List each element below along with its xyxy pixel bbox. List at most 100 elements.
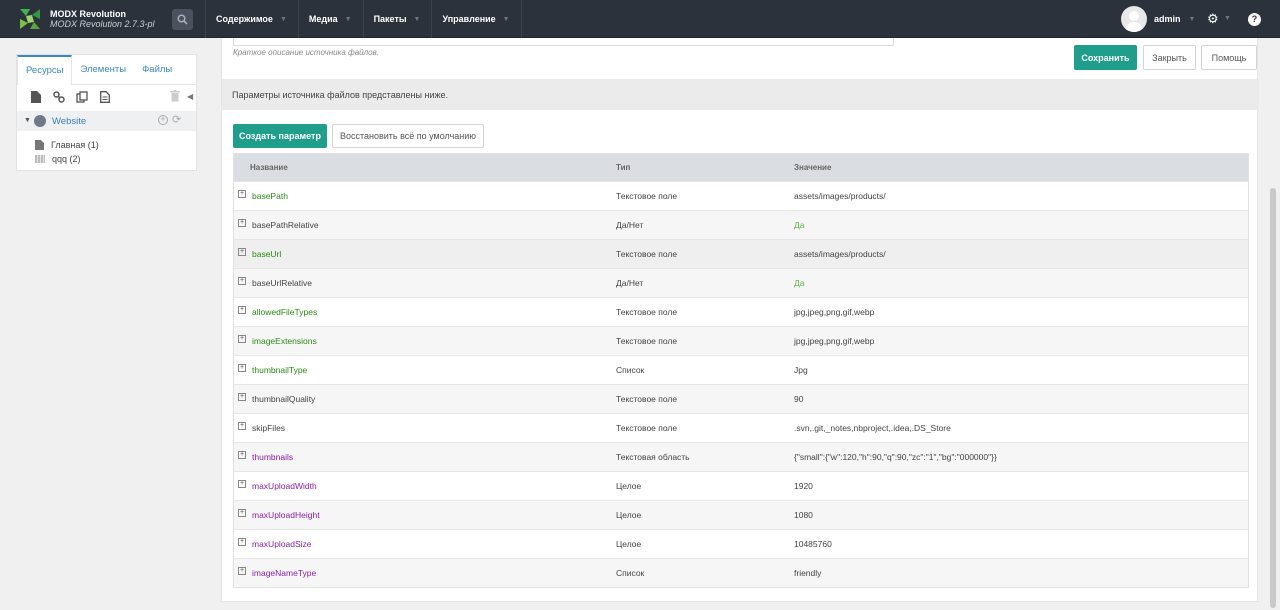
expand-row-icon[interactable]: +: [238, 248, 246, 256]
table-row[interactable]: + skipFiles Текстовое поле .svn,.git,_notes…: [234, 413, 1248, 442]
refresh-icon[interactable]: ⟳: [172, 113, 181, 126]
help-icon[interactable]: ?: [1248, 13, 1261, 26]
symlink-icon[interactable]: [75, 90, 88, 103]
table-row[interactable]: + baseUrlRelative Да/Нет Да: [234, 268, 1248, 297]
column-header-name[interactable]: Название: [234, 163, 614, 172]
cell-value[interactable]: jpg,jpeg,png,gif,webp: [792, 336, 1248, 346]
user-menu[interactable]: admin ▼: [1121, 6, 1195, 32]
new-document-icon[interactable]: [29, 90, 42, 103]
cell-value[interactable]: 10485760: [792, 539, 1248, 549]
modx-logo-icon[interactable]: [18, 7, 42, 31]
tab-resources[interactable]: Ресурсы: [17, 55, 73, 85]
table-row[interactable]: + thumbnails Текстовая область {"small":{"w…: [234, 442, 1248, 471]
cell-value[interactable]: .svn,.git,_notes,nbproject,.idea,.DS_Sto…: [792, 423, 1248, 433]
close-button[interactable]: Закрыть: [1143, 45, 1196, 70]
cell-value[interactable]: 1080: [792, 510, 1248, 520]
menu-media[interactable]: Медиа ▼: [299, 0, 364, 38]
expand-row-icon[interactable]: +: [238, 567, 246, 575]
save-button[interactable]: Сохранить: [1074, 45, 1137, 70]
link-icon[interactable]: [52, 90, 65, 103]
table-row[interactable]: + imageNameType Список friendly: [234, 558, 1248, 587]
param-name[interactable]: thumbnailType: [252, 365, 307, 375]
add-icon[interactable]: +: [158, 115, 168, 125]
create-param-button[interactable]: Создать параметр: [233, 124, 327, 148]
expand-row-icon[interactable]: +: [238, 480, 246, 488]
collapse-sidebar-icon[interactable]: ◀: [187, 92, 193, 101]
cell-value[interactable]: Jpg: [792, 365, 1248, 375]
cell-type[interactable]: Список: [614, 365, 792, 375]
cell-type[interactable]: Да/Нет: [614, 278, 792, 288]
tree-item-home[interactable]: Главная (1): [35, 138, 99, 152]
cell-value[interactable]: {"small":{"w":120,"h":90,"q":90,"zc":"1"…: [792, 452, 1248, 462]
cell-type[interactable]: Целое: [614, 510, 792, 520]
expand-row-icon[interactable]: +: [238, 422, 246, 430]
table-row[interactable]: + imageExtensions Текстовое поле jpg,jpeg,p…: [234, 326, 1248, 355]
cell-type[interactable]: Текстовая область: [614, 452, 792, 462]
context-row-website[interactable]: ▼ Website + ⟳: [17, 111, 196, 131]
param-name[interactable]: imageExtensions: [252, 336, 317, 346]
cell-type[interactable]: Список: [614, 568, 792, 578]
expand-row-icon[interactable]: +: [238, 219, 246, 227]
search-button[interactable]: [172, 9, 193, 30]
menu-manage[interactable]: Управление ▼: [432, 0, 522, 38]
table-row[interactable]: + maxUploadHeight Целое 1080: [234, 500, 1248, 529]
cell-type[interactable]: Целое: [614, 539, 792, 549]
param-name[interactable]: skipFiles: [252, 423, 285, 433]
brand[interactable]: MODX Revolution MODX Revolution 2.7.3-pl: [50, 9, 155, 29]
cell-value[interactable]: friendly: [792, 568, 1248, 578]
table-row[interactable]: + thumbnailType Список Jpg: [234, 355, 1248, 384]
menu-content[interactable]: Содержимое ▼: [206, 0, 299, 38]
cell-type[interactable]: Текстовое поле: [614, 249, 792, 259]
cell-type[interactable]: Текстовое поле: [614, 336, 792, 346]
param-name[interactable]: basePathRelative: [252, 220, 319, 230]
expand-row-icon[interactable]: +: [238, 277, 246, 285]
table-row[interactable]: + basePath Текстовое поле assets/images/pro…: [234, 181, 1248, 210]
column-header-value[interactable]: Значение: [792, 163, 1248, 172]
help-button[interactable]: Помощь: [1201, 45, 1257, 70]
cell-type[interactable]: Текстовое поле: [614, 423, 792, 433]
cell-type[interactable]: Текстовое поле: [614, 307, 792, 317]
param-name[interactable]: imageNameType: [252, 568, 316, 578]
table-row[interactable]: + maxUploadSize Целое 10485760: [234, 529, 1248, 558]
param-name[interactable]: basePath: [252, 191, 288, 201]
param-name[interactable]: baseUrl: [252, 249, 281, 259]
expand-row-icon[interactable]: +: [238, 190, 246, 198]
cell-value[interactable]: 90: [792, 394, 1248, 404]
expand-row-icon[interactable]: +: [238, 364, 246, 372]
gear-icon[interactable]: ⚙: [1207, 12, 1219, 25]
tab-elements[interactable]: Элементы: [72, 55, 134, 84]
expand-row-icon[interactable]: +: [238, 509, 246, 517]
page-scrollbar[interactable]: [1270, 188, 1276, 608]
table-row[interactable]: + maxUploadWidth Целое 1920: [234, 471, 1248, 500]
param-name[interactable]: maxUploadHeight: [252, 510, 320, 520]
restore-defaults-button[interactable]: Восстановить всё по умолчанию: [332, 124, 484, 148]
cell-value[interactable]: assets/images/products/: [792, 249, 1248, 259]
caret-down-icon[interactable]: ▼: [24, 117, 31, 124]
expand-row-icon[interactable]: +: [238, 335, 246, 343]
cell-type[interactable]: Целое: [614, 481, 792, 491]
description-field[interactable]: [233, 38, 894, 46]
cell-type[interactable]: Текстовое поле: [614, 394, 792, 404]
cell-value[interactable]: assets/images/products/: [792, 191, 1248, 201]
tab-files[interactable]: Файлы: [134, 55, 180, 84]
table-row[interactable]: + basePathRelative Да/Нет Да: [234, 210, 1248, 239]
param-name[interactable]: allowedFileTypes: [252, 307, 317, 317]
param-name[interactable]: thumbnailQuality: [252, 394, 315, 404]
tree-item-qqq[interactable]: qqq (2): [35, 152, 81, 166]
param-name[interactable]: baseUrlRelative: [252, 278, 312, 288]
cell-value[interactable]: jpg,jpeg,png,gif,webp: [792, 307, 1248, 317]
column-header-type[interactable]: Тип: [614, 163, 792, 172]
expand-row-icon[interactable]: +: [238, 538, 246, 546]
trash-icon[interactable]: [170, 90, 180, 105]
menu-packages[interactable]: Пакеты ▼: [364, 0, 433, 38]
cell-type[interactable]: Да/Нет: [614, 220, 792, 230]
expand-row-icon[interactable]: +: [238, 451, 246, 459]
table-row[interactable]: + thumbnailQuality Текстовое поле 90: [234, 384, 1248, 413]
table-row[interactable]: + allowedFileTypes Текстовое поле jpg,jpeg,…: [234, 297, 1248, 326]
param-name[interactable]: thumbnails: [252, 452, 293, 462]
static-resource-icon[interactable]: [98, 90, 111, 103]
expand-row-icon[interactable]: +: [238, 393, 246, 401]
cell-value[interactable]: Да: [792, 220, 1248, 230]
table-row[interactable]: + baseUrl Текстовое поле assets/images/prod…: [234, 239, 1248, 268]
cell-value[interactable]: 1920: [792, 481, 1248, 491]
